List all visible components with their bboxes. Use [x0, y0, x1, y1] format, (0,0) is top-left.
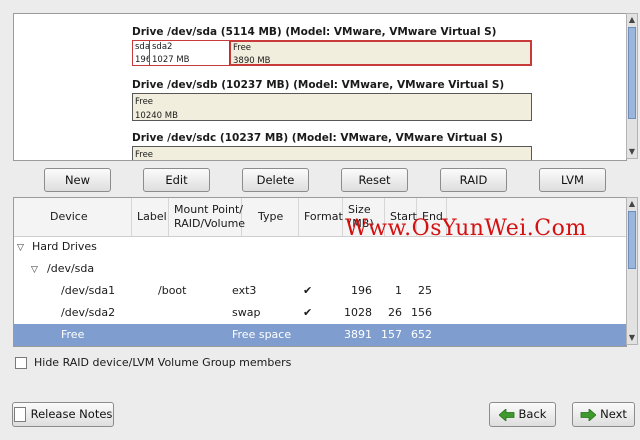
col-mount[interactable]: Mount Point/ RAID/Volume [169, 198, 245, 236]
end-cell: 25 [418, 284, 432, 297]
segment-sdc-free[interactable]: Free [133, 147, 531, 160]
table-scrollbar[interactable]: ▲ ▼ [626, 197, 638, 345]
drive-sda-bar[interactable]: sda 196 sda2 1027 MB Free 3890 MB [132, 40, 532, 66]
release-notes-label: Release Notes [30, 407, 113, 421]
scroll-down-icon[interactable]: ▼ [627, 147, 637, 157]
segment-sdb-free-size: 10240 MB [135, 111, 178, 120]
reset-button[interactable]: Reset [341, 168, 408, 192]
drive-sdb-title: Drive /dev/sdb (10237 MB) (Model: VMware… [132, 79, 505, 91]
segment-sda-free-size: 3890 MB [233, 56, 271, 65]
device-cell: Hard Drives [32, 240, 97, 253]
drive-sda-title: Drive /dev/sda (5114 MB) (Model: VMware,… [132, 26, 497, 38]
edit-button[interactable]: Edit [143, 168, 210, 192]
start-cell: 26 [388, 306, 402, 319]
drive-map-panel[interactable]: Drive /dev/sda (5114 MB) (Model: VMware,… [13, 13, 627, 161]
col-label[interactable]: Label [132, 198, 169, 236]
segment-sda2[interactable]: sda2 1027 MB [150, 41, 230, 65]
checkbox-box[interactable] [15, 356, 27, 369]
size-cell: 196 [351, 284, 372, 297]
release-notes-button[interactable]: Release Notes [12, 402, 114, 427]
drive-sdc-bar[interactable]: Free [132, 146, 532, 160]
hide-raid-checkbox[interactable]: Hide RAID device/LVM Volume Group member… [15, 356, 291, 369]
end-cell: 156 [411, 306, 432, 319]
back-label: Back [518, 407, 547, 421]
drive-sdc-title: Drive /dev/sdc (10237 MB) (Model: VMware… [132, 132, 503, 144]
mount-cell: /boot [158, 284, 187, 297]
segment-sdb-free[interactable]: Free 10240 MB [133, 94, 531, 120]
end-cell: 652 [411, 328, 432, 341]
segment-sda2-size: 1027 MB [152, 55, 190, 65]
col-type[interactable]: Type [242, 198, 299, 236]
document-icon [13, 407, 26, 422]
expander-icon[interactable]: ▽ [31, 258, 38, 280]
segment-sdc-free-name: Free [135, 150, 154, 160]
device-cell: /dev/sda [47, 262, 95, 275]
drive-map-scrollbar[interactable]: ▲ ▼ [626, 13, 638, 159]
start-cell: 1 [395, 284, 402, 297]
drive-sdb-bar[interactable]: Free 10240 MB [132, 93, 532, 121]
table-row[interactable]: /dev/sda1 /boot ext3 ✔ 196 1 25 [14, 280, 626, 302]
table-row-selected[interactable]: Free Free space 3891 157 652 [14, 324, 626, 346]
hide-raid-label: Hide RAID device/LVM Volume Group member… [34, 356, 292, 369]
device-cell: /dev/sda2 [61, 306, 116, 319]
table-row[interactable]: ▽ /dev/sda [14, 258, 626, 280]
scroll-down-icon[interactable]: ▼ [627, 333, 637, 343]
scroll-up-icon[interactable]: ▲ [627, 15, 637, 25]
delete-button[interactable]: Delete [242, 168, 309, 192]
segment-sda1-name: sda [135, 42, 150, 52]
segment-sda2-name: sda2 [152, 42, 173, 52]
col-format[interactable]: Format [299, 198, 343, 236]
segment-sda1[interactable]: sda 196 [133, 41, 150, 65]
next-button[interactable]: Next [572, 402, 635, 427]
raid-button[interactable]: RAID [440, 168, 507, 192]
type-cell: ext3 [232, 284, 257, 297]
type-cell: swap [232, 306, 261, 319]
format-check-icon: ✔ [303, 306, 313, 319]
table-row[interactable]: /dev/sda2 swap ✔ 1028 26 156 [14, 302, 626, 324]
size-cell: 1028 [344, 306, 372, 319]
type-cell: Free space [232, 328, 292, 341]
segment-sda1-size: 196 [135, 55, 150, 65]
new-button[interactable]: New [44, 168, 111, 192]
back-arrow-icon [498, 408, 514, 421]
drive-map-scroll-thumb[interactable] [628, 27, 636, 119]
segment-sda-free-name: Free [233, 43, 252, 53]
segment-sdb-free-name: Free [135, 97, 154, 107]
size-cell: 3891 [344, 328, 372, 341]
expander-icon[interactable]: ▽ [17, 236, 24, 258]
col-device[interactable]: Device [14, 198, 132, 236]
back-button[interactable]: Back [489, 402, 556, 427]
next-arrow-icon [580, 408, 597, 421]
format-check-icon: ✔ [303, 284, 313, 297]
watermark-text: Www.OsYunWei.Com [345, 216, 587, 241]
table-scroll-thumb[interactable] [628, 211, 636, 269]
next-label: Next [600, 407, 627, 421]
start-cell: 157 [381, 328, 402, 341]
device-cell: /dev/sda1 [61, 284, 116, 297]
segment-sda-free[interactable]: Free 3890 MB [230, 41, 531, 65]
scroll-up-icon[interactable]: ▲ [627, 199, 637, 209]
lvm-button[interactable]: LVM [539, 168, 606, 192]
device-cell: Free [61, 328, 85, 341]
